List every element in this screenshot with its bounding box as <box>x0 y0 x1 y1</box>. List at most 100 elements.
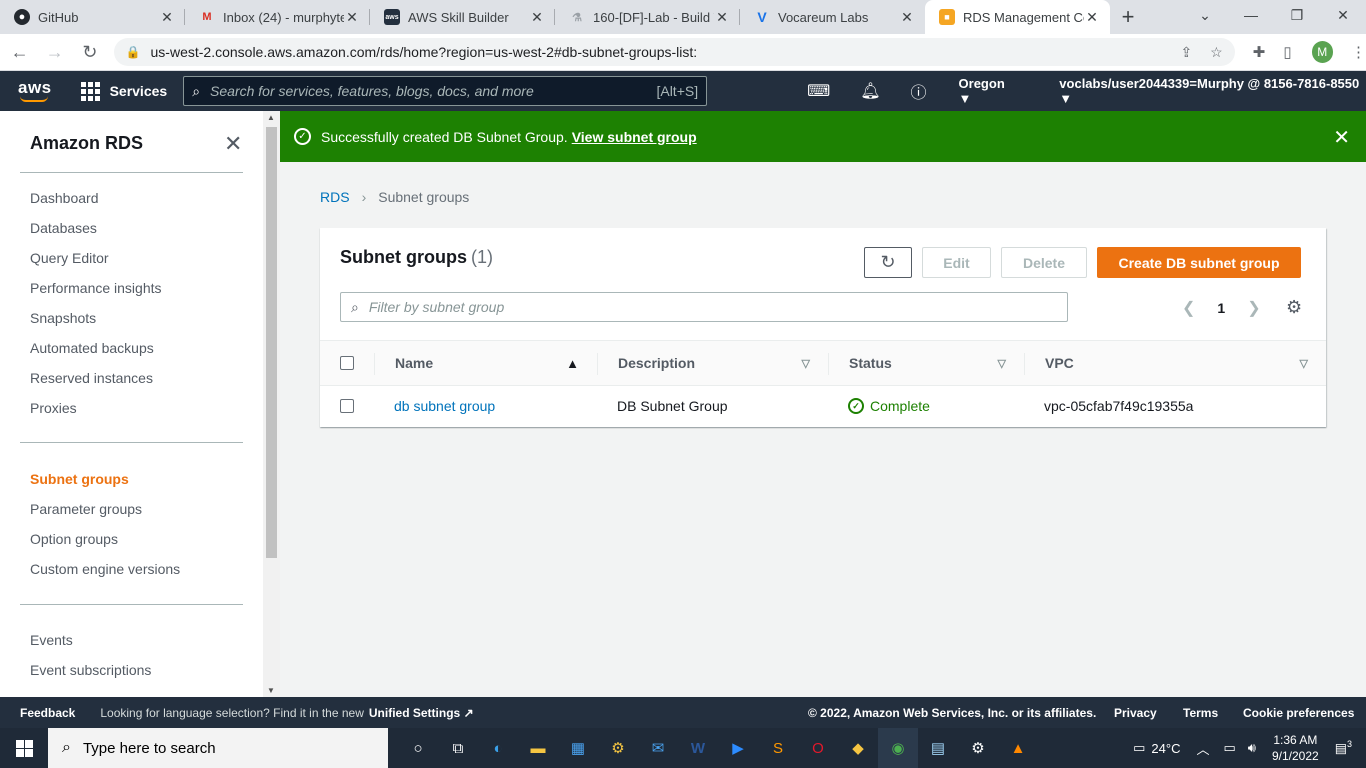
back-icon[interactable]: ← <box>4 36 35 68</box>
python-icon[interactable]: ◆ <box>838 728 878 768</box>
browser-tab-lab[interactable]: ⚗ 160-[DF]-Lab - Build Y ✕ <box>555 0 740 34</box>
edit-button[interactable]: Edit <box>922 247 991 278</box>
aws-logo[interactable]: aws <box>18 76 63 106</box>
aws-search-input[interactable]: ⌕ Search for services, features, blogs, … <box>183 76 708 106</box>
forward-icon[interactable]: → <box>39 36 70 68</box>
lock-icon[interactable]: 🔒 <box>126 45 141 59</box>
menu-kebab-icon[interactable]: ⋮ <box>1351 43 1366 61</box>
volume-icon[interactable]: 🔊︎ <box>1248 740 1256 756</box>
notepad-icon[interactable]: ▤ <box>918 728 958 768</box>
sidebar-item-option-groups[interactable]: Option groups <box>30 531 118 547</box>
close-icon[interactable]: ✕ <box>1084 9 1100 26</box>
share-icon[interactable]: ⇪ <box>1180 44 1192 61</box>
sort-icon[interactable]: ▽ <box>998 357 1006 370</box>
column-header-status[interactable]: Status ▽ <box>849 341 1024 385</box>
sidebar-item-reserved-instances[interactable]: Reserved instances <box>30 370 153 386</box>
browser-tab-vocareum[interactable]: V Vocareum Labs ✕ <box>740 0 925 34</box>
row-checkbox[interactable] <box>340 399 354 413</box>
close-icon[interactable]: ✕ <box>344 9 360 26</box>
battery-icon[interactable]: ▭ <box>1223 740 1235 756</box>
delete-button[interactable]: Delete <box>1001 247 1087 278</box>
close-icon[interactable]: ✕ <box>224 131 242 157</box>
sidebar-item-subnet-groups[interactable]: Subnet groups <box>30 471 129 487</box>
help-icon[interactable]: ⓘ <box>911 79 927 103</box>
chevron-right-icon[interactable]: ❯ <box>1247 298 1260 318</box>
word-icon[interactable]: W <box>678 728 718 768</box>
page-number[interactable]: 1 <box>1217 300 1225 316</box>
account-menu[interactable]: voclabs/user2044339=Murphy @ 8156-7816-8… <box>1059 76 1366 106</box>
edge-icon[interactable]: ◐ <box>478 728 518 768</box>
close-icon[interactable]: ✕ <box>899 9 915 26</box>
refresh-button[interactable]: ↻ <box>864 247 912 278</box>
zoom-icon[interactable]: ▶ <box>718 728 758 768</box>
vlc-icon[interactable]: ▲ <box>998 728 1038 768</box>
breadcrumb-rds-link[interactable]: RDS <box>320 189 350 205</box>
feedback-link[interactable]: Feedback <box>20 706 75 720</box>
sidebar-item-proxies[interactable]: Proxies <box>30 400 77 416</box>
services-menu-button[interactable]: Services <box>80 81 167 101</box>
close-icon[interactable]: ✕ <box>529 9 545 26</box>
browser-tab-skill-builder[interactable]: aws AWS Skill Builder ✕ <box>370 0 555 34</box>
url-input[interactable]: 🔒 us-west-2.console.aws.amazon.com/rds/h… <box>113 38 1235 66</box>
temperature[interactable]: 24°C <box>1151 741 1180 756</box>
sidebar-item-query-editor[interactable]: Query Editor <box>30 250 109 266</box>
browser-tab-gmail[interactable]: M Inbox (24) - murphyte ✕ <box>185 0 370 34</box>
chevron-up-icon[interactable]: ︿ <box>1196 739 1209 758</box>
sidebar-item-events[interactable]: Events <box>30 632 73 648</box>
minimize-icon[interactable]: — <box>1228 0 1274 30</box>
bookmark-star-icon[interactable]: ☆ <box>1210 44 1223 61</box>
scroll-down-icon[interactable]: ▼ <box>267 686 275 695</box>
notification-center-icon[interactable]: ▤3 <box>1335 739 1352 756</box>
select-all-checkbox[interactable] <box>340 356 354 370</box>
sidebar-item-event-subscriptions[interactable]: Event subscriptions <box>30 662 151 678</box>
settings-icon[interactable]: ⚙ <box>958 728 998 768</box>
sidebar-title[interactable]: Amazon RDS <box>30 133 143 154</box>
notifications-bell-icon[interactable]: 🔔︎ <box>860 81 880 101</box>
cortana-icon[interactable]: ○ <box>398 728 438 768</box>
sidebar-item-snapshots[interactable]: Snapshots <box>30 310 96 326</box>
cloudshell-icon[interactable]: ⌨ <box>807 81 830 101</box>
close-icon[interactable]: ✕ <box>159 9 175 26</box>
sidebar-item-databases[interactable]: Databases <box>30 220 97 236</box>
chrome-icon[interactable]: ◉ <box>878 728 918 768</box>
region-selector[interactable]: Oregon ▼ <box>959 76 1020 106</box>
create-db-subnet-group-button[interactable]: Create DB subnet group <box>1097 247 1301 278</box>
extensions-icon[interactable]: ✚ <box>1253 43 1266 61</box>
column-header-vpc[interactable]: VPC ▽ <box>1045 341 1326 385</box>
cookie-preferences-link[interactable]: Cookie preferences <box>1243 706 1354 720</box>
scroll-up-icon[interactable]: ▲ <box>267 113 275 122</box>
taskbar-search-input[interactable]: ⌕ Type here to search <box>48 728 388 768</box>
filter-input[interactable]: ⌕ Filter by subnet group <box>340 292 1068 322</box>
scrollbar-thumb[interactable] <box>266 127 277 558</box>
sort-ascending-icon[interactable]: ▲ <box>566 356 579 371</box>
unified-settings-link[interactable]: Unified Settings ↗ <box>369 706 474 720</box>
sidebar-item-custom-engine-versions[interactable]: Custom engine versions <box>30 561 180 577</box>
chevron-left-icon[interactable]: ❮ <box>1182 298 1195 318</box>
close-icon[interactable]: ✕ <box>1333 125 1350 150</box>
sidebar-item-automated-backups[interactable]: Automated backups <box>30 340 154 356</box>
sidebar-item-dashboard[interactable]: Dashboard <box>30 190 99 206</box>
store-icon[interactable]: ▦ <box>558 728 598 768</box>
sort-icon[interactable]: ▽ <box>802 357 810 370</box>
network-app-icon[interactable]: ⚙ <box>598 728 638 768</box>
mail-icon[interactable]: ✉ <box>638 728 678 768</box>
file-explorer-icon[interactable]: ▬ <box>518 728 558 768</box>
restore-icon[interactable]: ❐ <box>1274 0 1320 30</box>
sort-icon[interactable]: ▽ <box>1300 357 1308 370</box>
browser-tab-github[interactable]: ● GitHub ✕ <box>0 0 185 34</box>
close-icon[interactable]: ✕ <box>714 9 730 26</box>
column-header-name[interactable]: Name ▲ <box>395 341 597 385</box>
view-subnet-group-link[interactable]: View subnet group <box>572 129 697 145</box>
sidebar-item-performance-insights[interactable]: Performance insights <box>30 280 162 296</box>
new-tab-button[interactable]: + <box>1110 0 1146 34</box>
system-clock[interactable]: 1:36 AM 9/1/2022 <box>1272 732 1319 764</box>
sidebar-scrollbar[interactable]: ▲ ▼ <box>263 111 280 697</box>
sidebar-item-parameter-groups[interactable]: Parameter groups <box>30 501 142 517</box>
start-button[interactable] <box>0 728 48 768</box>
subnet-group-name-link[interactable]: db subnet group <box>394 386 495 426</box>
privacy-link[interactable]: Privacy <box>1114 706 1157 720</box>
table-row[interactable]: db subnet group DB Subnet Group ✓ Comple… <box>320 386 1326 426</box>
terms-link[interactable]: Terms <box>1183 706 1218 720</box>
gear-icon[interactable]: ⚙ <box>1286 297 1302 318</box>
column-header-description[interactable]: Description ▽ <box>618 341 828 385</box>
